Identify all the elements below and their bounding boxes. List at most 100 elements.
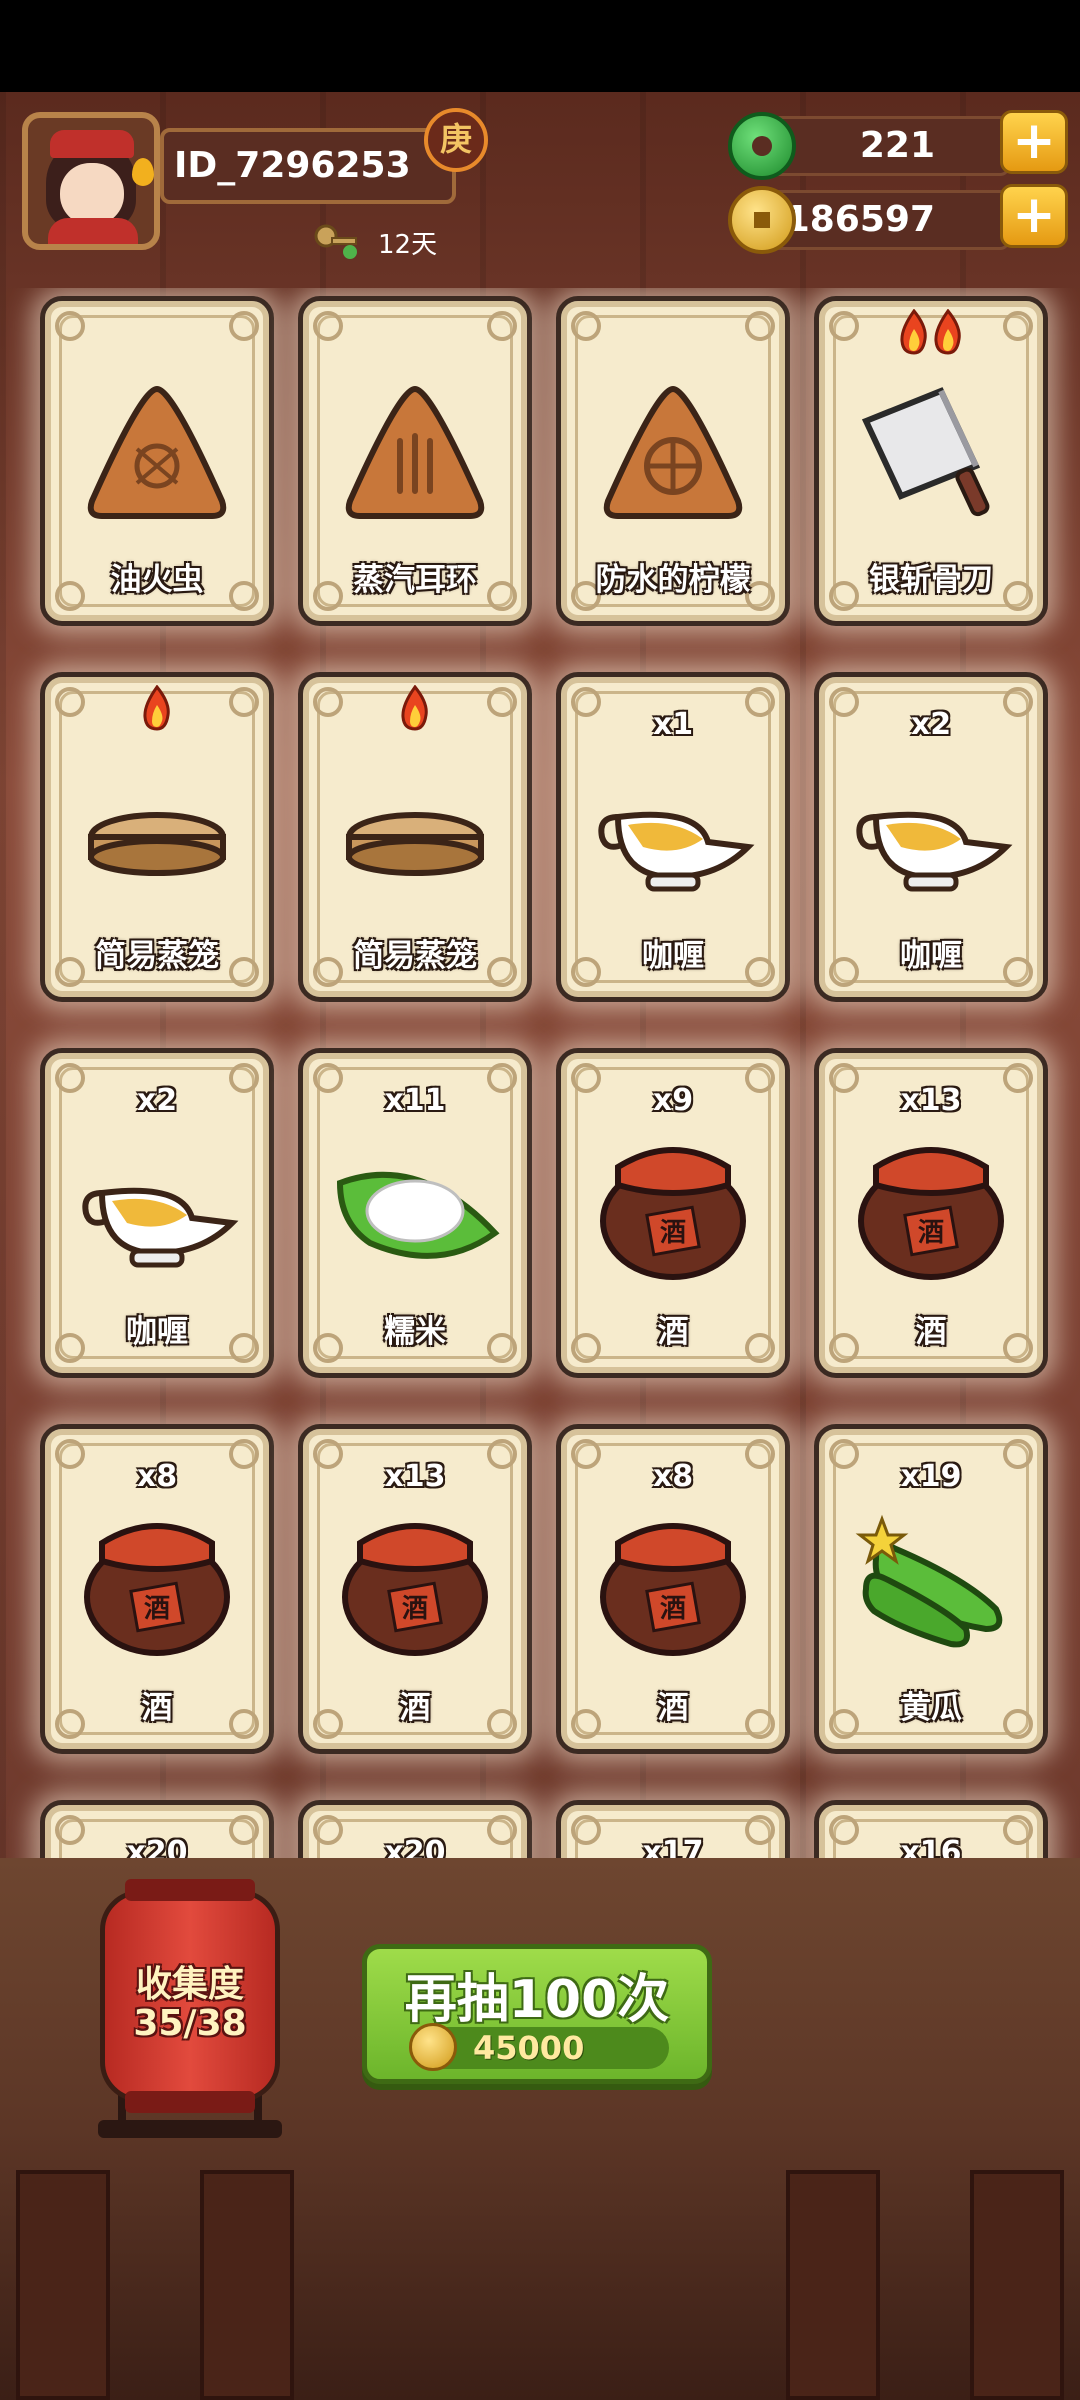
cleaver-icon (861, 387, 990, 517)
draw-cost-value: 45000 (473, 2029, 585, 2067)
status-bar (0, 0, 1080, 92)
reward-card[interactable]: 简易蒸笼 (298, 672, 532, 1002)
rarity-flames (819, 309, 1043, 359)
flame-rarity-icon (143, 685, 170, 731)
reward-card[interactable]: x11 糯米 (298, 1048, 532, 1378)
reward-card[interactable]: x8 酒酒 (556, 1424, 790, 1754)
card-name: 银斩骨刀 (869, 562, 993, 598)
card-count: x11 (384, 1083, 446, 1118)
card-count: x8 (136, 1459, 178, 1494)
pastry-lemon-icon (603, 385, 743, 519)
card-count: x2 (910, 707, 952, 742)
flame-rarity-icon (900, 309, 927, 355)
curry-icon (598, 811, 755, 892)
lantern-base (98, 2120, 282, 2138)
card-name: 黄瓜 (900, 1690, 962, 1726)
reward-card[interactable]: x1 咖喱 (556, 672, 790, 1002)
cucumber-icon (855, 1514, 1003, 1648)
card-name: 酒 (141, 1690, 173, 1726)
fence-post (16, 2170, 110, 2400)
reward-card[interactable]: x13 酒酒 (298, 1424, 532, 1754)
gold-coin-icon (409, 2023, 457, 2071)
reward-card[interactable]: 银斩骨刀 (814, 296, 1048, 626)
reward-card[interactable]: x16 (814, 1800, 1048, 1858)
svg-text:酒: 酒 (144, 1594, 170, 1624)
reward-card[interactable]: x20 (40, 1800, 274, 1858)
wine-icon: 酒 (600, 1523, 746, 1656)
curry-icon (856, 811, 1013, 892)
curry-icon (82, 1187, 239, 1268)
steamer-icon (346, 812, 484, 876)
rarity-flames (45, 685, 269, 735)
card-name: 酒 (657, 1690, 689, 1726)
card-name: 糯米 (384, 1314, 446, 1350)
collection-progress: 35/38 (133, 2003, 247, 2044)
card-count: x9 (652, 1083, 694, 1118)
rarity-flames (303, 685, 527, 735)
reward-card[interactable]: 油火虫 (40, 296, 274, 626)
card-count: x8 (652, 1459, 694, 1494)
collection-lantern[interactable]: 收集度 35/38 (100, 1879, 280, 2113)
card-count: x1 (652, 707, 694, 742)
card-name: 酒 (657, 1314, 689, 1350)
reward-card-grid: 油火虫 蒸汽耳环 防水的柠檬 银斩骨刀 简易蒸笼 简易蒸笼 x1 咖喱 x2 咖喱 x2 咖喱 x11 糯… (0, 288, 1080, 1858)
reward-card[interactable]: x13 酒酒 (814, 1048, 1048, 1378)
svg-text:酒: 酒 (660, 1594, 686, 1624)
card-count: x19 (900, 1459, 962, 1494)
svg-text:酒: 酒 (402, 1594, 428, 1624)
reward-card[interactable]: 蒸汽耳环 (298, 296, 532, 626)
add-jade-button[interactable]: + (1000, 110, 1068, 174)
card-corner-ornament (571, 311, 601, 341)
reward-card[interactable]: x17 (556, 1800, 790, 1858)
fence-post (970, 2170, 1064, 2400)
flame-rarity-icon (934, 309, 961, 355)
reward-card[interactable]: x9 酒酒 (556, 1048, 790, 1378)
reward-card[interactable]: x19 黄瓜 (814, 1424, 1048, 1754)
flame-badge-icon (132, 158, 154, 186)
card-name: 酒 (399, 1690, 431, 1726)
card-name: 简易蒸笼 (353, 938, 477, 974)
card-name: 防水的柠檬 (595, 562, 751, 598)
card-name: 简易蒸笼 (95, 938, 219, 974)
gold-coin-icon (728, 186, 796, 254)
draw-again-button[interactable]: 再抽100次 45000 (362, 1944, 712, 2084)
draw-cost: 45000 (409, 2023, 669, 2071)
collection-title: 收集度 (135, 1964, 244, 2005)
svg-text:酒: 酒 (918, 1218, 944, 1248)
card-corner-ornament (55, 311, 85, 341)
card-count: x20 (126, 1835, 188, 1858)
vip-badge[interactable]: 庚 (424, 108, 488, 172)
flame-rarity-icon (401, 685, 428, 731)
reward-card[interactable]: x8 酒酒 (40, 1424, 274, 1754)
draw-label: 再抽100次 (404, 1970, 670, 2030)
key-icon (314, 224, 357, 259)
reward-card[interactable]: 简易蒸笼 (40, 672, 274, 1002)
pastry-steam-icon (345, 385, 485, 519)
reward-card[interactable]: x20 (298, 1800, 532, 1858)
wine-icon: 酒 (342, 1523, 488, 1656)
steamer-icon (88, 812, 226, 876)
card-corner-ornament (745, 311, 775, 341)
fence-post (200, 2170, 294, 2400)
jade-coin-icon (728, 112, 796, 180)
add-gold-button[interactable]: + (1000, 184, 1068, 248)
player-avatar[interactable] (22, 112, 160, 250)
card-name: 油火虫 (110, 562, 204, 598)
card-name: 咖喱 (642, 938, 704, 974)
player-id: ID_7296253 (160, 128, 456, 204)
card-corner-ornament (487, 311, 517, 341)
svg-text:酒: 酒 (660, 1218, 686, 1248)
card-count: x17 (642, 1835, 704, 1858)
rice-icon (336, 1171, 500, 1259)
reward-card[interactable]: 防水的柠檬 (556, 296, 790, 626)
fence-post (786, 2170, 880, 2400)
wine-icon: 酒 (84, 1523, 230, 1656)
reward-card[interactable]: x2 咖喱 (40, 1048, 274, 1378)
pastry-bug-icon (87, 385, 227, 519)
wine-icon: 酒 (858, 1147, 1004, 1280)
card-count: x16 (900, 1835, 962, 1858)
reward-card[interactable]: x2 咖喱 (814, 672, 1048, 1002)
card-name: 蒸汽耳环 (353, 562, 477, 598)
login-days: 12天 (378, 230, 438, 260)
card-name: 酒 (915, 1314, 947, 1350)
